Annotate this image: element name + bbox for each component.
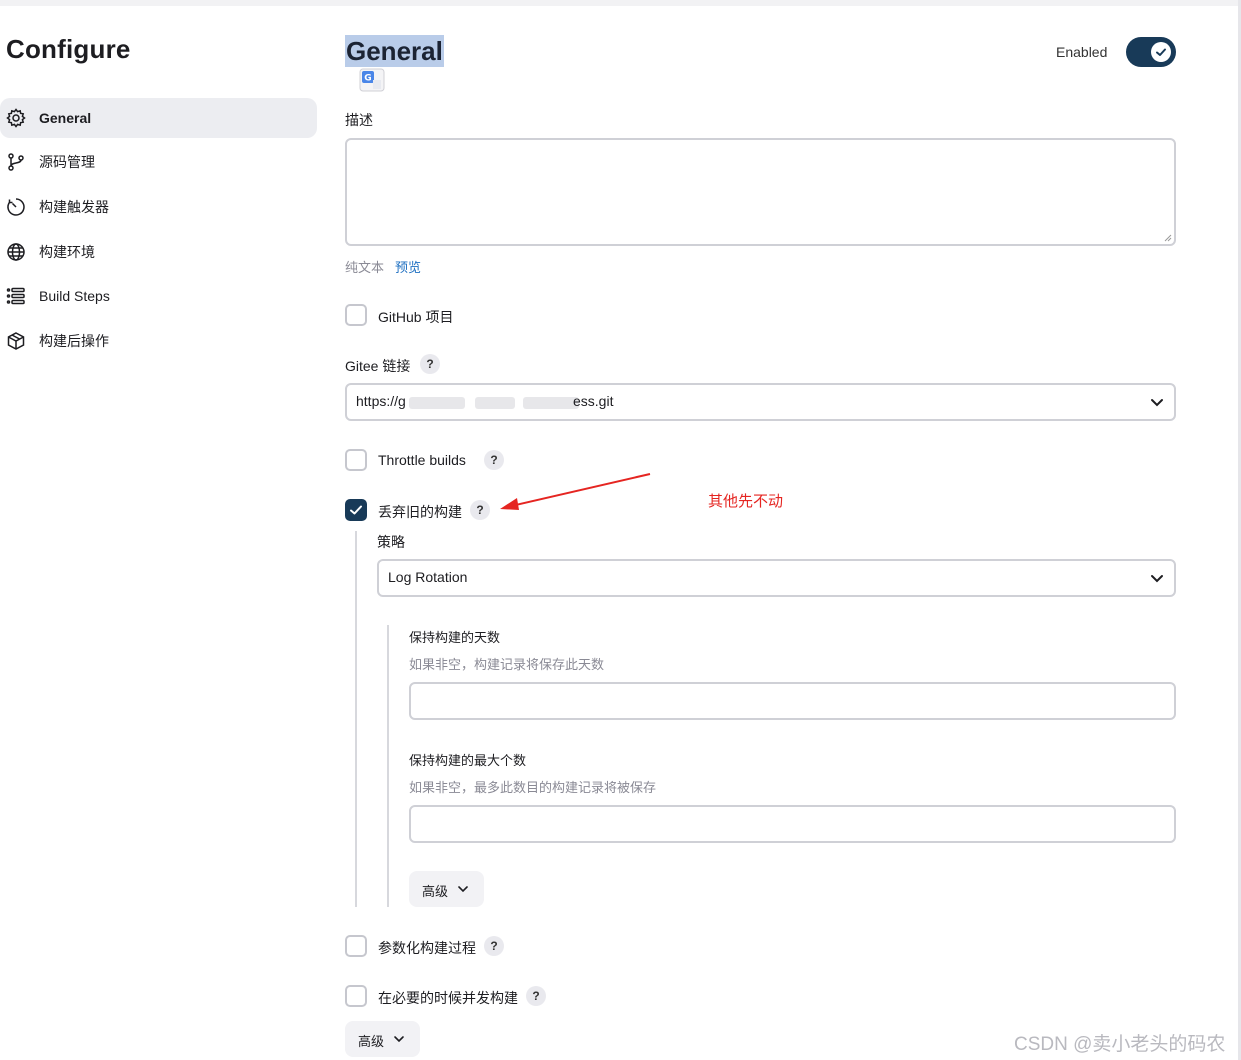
enabled-label: Enabled [1056, 44, 1108, 60]
sidebar-item-label: General [39, 110, 92, 126]
sidebar-item-source[interactable]: 源码管理 [0, 142, 317, 182]
sub-section-indent-line [387, 625, 389, 907]
parameterized-checkbox[interactable] [345, 935, 367, 957]
concurrent-builds-checkbox[interactable] [345, 985, 367, 1007]
redacted-block [409, 397, 465, 409]
advanced-label: 高级 [358, 1034, 385, 1049]
enabled-toggle[interactable] [1126, 37, 1176, 67]
sidebar-item-post-build[interactable]: 构建后操作 [0, 321, 317, 361]
annotation-text: 其他先不动 [708, 493, 784, 510]
throttle-help-icon[interactable]: ? [484, 450, 504, 470]
redacted-block [475, 397, 515, 409]
gitee-label: Gitee 链接 [345, 358, 411, 374]
days-to-keep-input[interactable] [409, 682, 1176, 720]
top-strip [0, 0, 1241, 6]
chevron-down-icon [1151, 575, 1163, 583]
watermark: CSDN @卖小老头的码农 [1014, 1034, 1226, 1055]
preview-link[interactable]: 预览 [395, 257, 421, 276]
timer-icon [6, 197, 26, 217]
sidebar-item-environment[interactable]: 构建环境 [0, 232, 317, 272]
discard-advanced-button[interactable]: 高级 [409, 871, 484, 907]
sidebar-item-build-steps[interactable]: Build Steps [0, 276, 317, 316]
check-icon [350, 505, 362, 515]
gitee-help-icon[interactable]: ? [420, 354, 440, 374]
days-to-keep-hint: 如果非空，构建记录将保存此天数 [409, 657, 605, 672]
parameterized-label: 参数化构建过程 [378, 940, 476, 956]
sidebar-item-label: Build Steps [39, 288, 110, 304]
max-builds-input[interactable] [409, 805, 1176, 843]
redacted-block [523, 397, 579, 409]
section-indent-line [355, 531, 357, 907]
list-icon [6, 286, 26, 306]
check-icon [1156, 48, 1166, 56]
sidebar-item-general[interactable]: General [0, 98, 317, 138]
gear-icon [6, 108, 26, 128]
format-label: 纯文本 [345, 260, 385, 275]
max-builds-hint: 如果非空，最多此数目的构建记录将被保存 [409, 780, 657, 795]
sidebar-item-label: 构建后操作 [39, 333, 109, 349]
discard-old-builds-label: 丢弃旧的构建 [378, 504, 462, 520]
branch-icon [6, 152, 26, 172]
concurrent-builds-label: 在必要的时候并发构建 [378, 990, 518, 1006]
globe-icon [6, 242, 26, 262]
days-to-keep-label: 保持构建的天数 [409, 630, 501, 645]
parameterized-help-icon[interactable]: ? [484, 936, 504, 956]
discard-help-icon[interactable]: ? [470, 500, 490, 520]
cube-icon [6, 331, 26, 351]
chevron-down-icon [394, 1036, 404, 1043]
throttle-builds-checkbox[interactable] [345, 449, 367, 471]
github-project-label: GitHub 项目 [378, 309, 454, 325]
gitee-url-prefix: https://g [356, 393, 406, 409]
throttle-builds-label: Throttle builds [378, 452, 466, 468]
chevron-down-icon [458, 886, 468, 893]
advanced-label: 高级 [422, 884, 449, 899]
sidebar-item-triggers[interactable]: 构建触发器 [0, 187, 317, 227]
description-label: 描述 [345, 112, 373, 128]
toggle-knob [1151, 42, 1171, 62]
svg-text:G: G [364, 74, 371, 84]
section-title: General [345, 35, 444, 67]
advanced-button[interactable]: 高级 [345, 1021, 420, 1057]
sidebar-item-label: 构建环境 [39, 244, 95, 260]
strategy-value: Log Rotation [388, 569, 468, 585]
max-builds-label: 保持构建的最大个数 [409, 753, 527, 768]
sidebar-item-label: 构建触发器 [39, 199, 109, 215]
resize-handle-icon [1164, 234, 1172, 242]
github-project-checkbox[interactable] [345, 304, 367, 326]
page-title: Configure [6, 34, 131, 64]
sidebar-item-label: 源码管理 [39, 154, 95, 170]
strategy-select[interactable]: Log Rotation [377, 559, 1176, 597]
concurrent-help-icon[interactable]: ? [526, 986, 546, 1006]
discard-old-builds-checkbox[interactable] [345, 499, 367, 521]
chevron-down-icon [1151, 399, 1163, 407]
annotation-arrow-icon [500, 473, 651, 510]
translate-icon[interactable]: G [359, 68, 385, 92]
gitee-url-suffix: ess.git [573, 393, 614, 409]
description-textarea[interactable] [345, 138, 1176, 246]
gitee-connection-select[interactable]: https://g ess.git [345, 383, 1176, 421]
strategy-label: 策略 [377, 534, 405, 550]
